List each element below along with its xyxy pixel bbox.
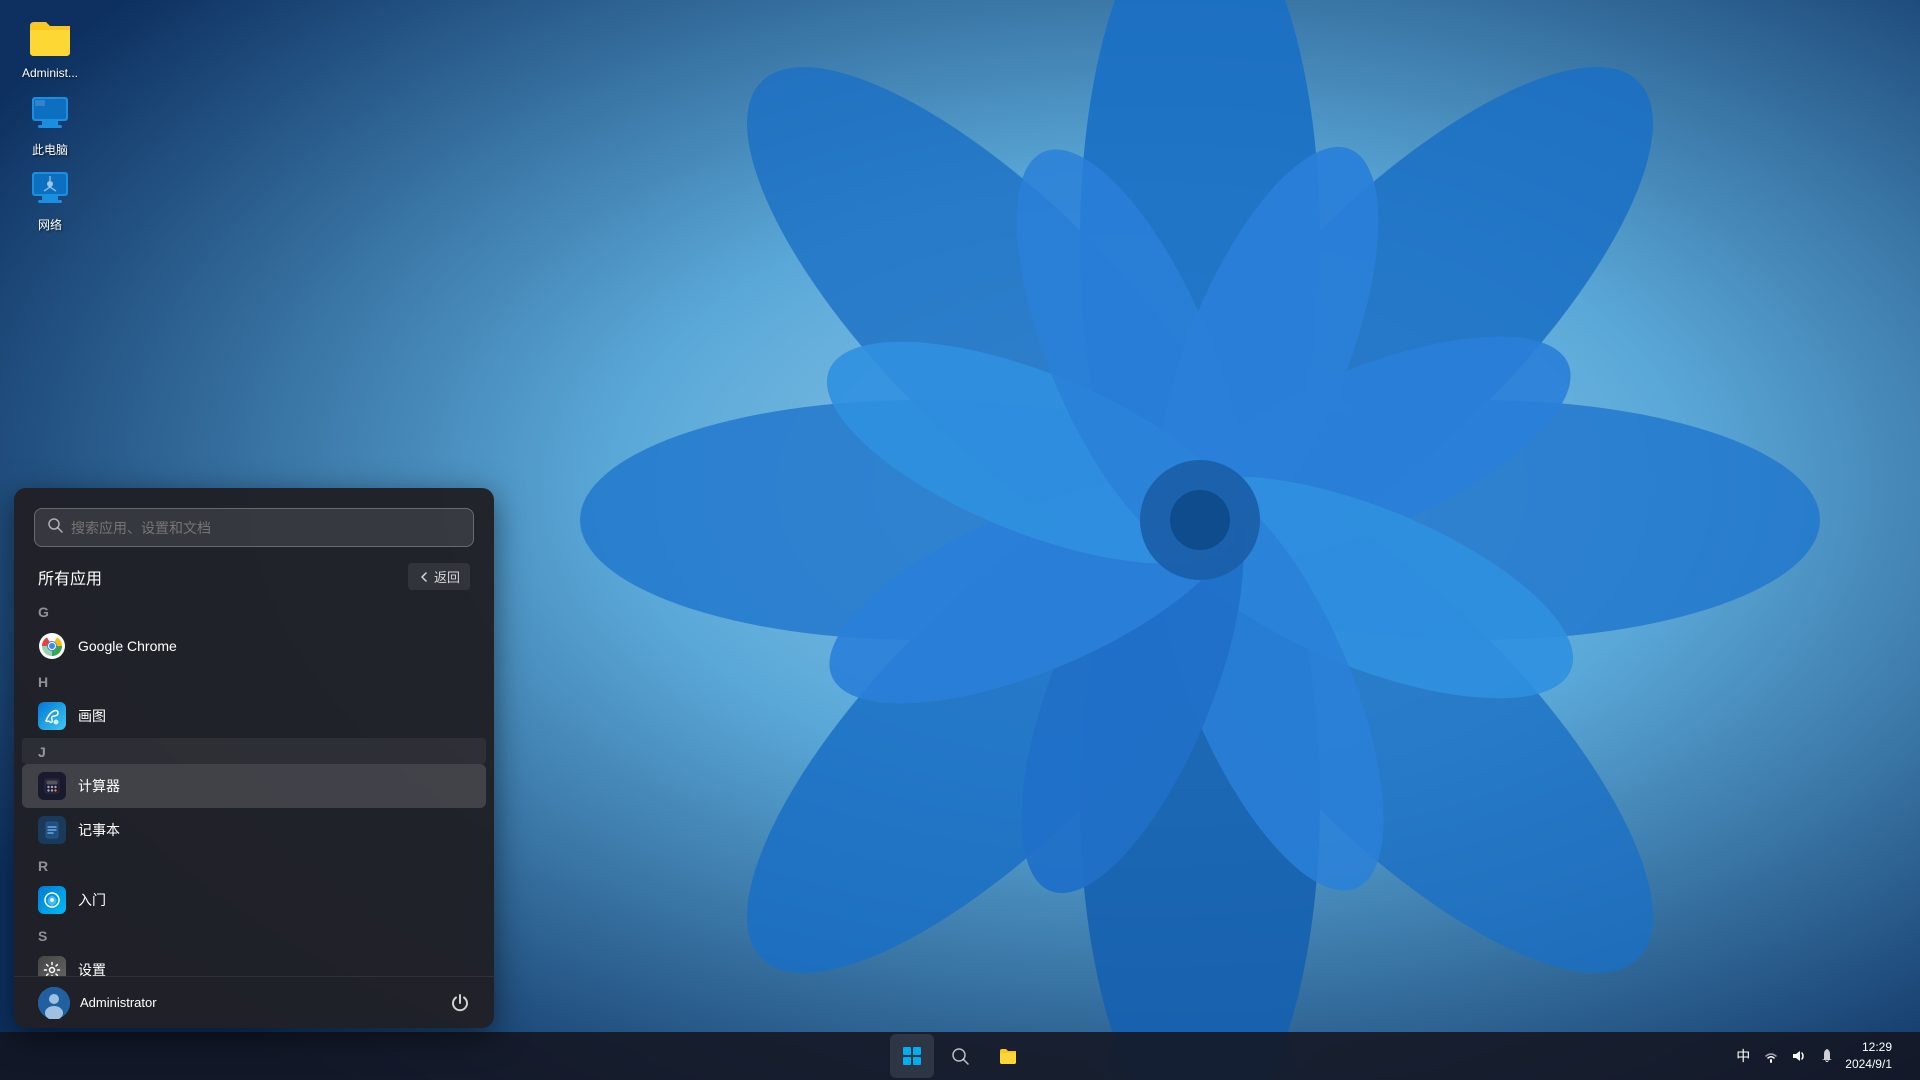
taskbar-search-button[interactable] <box>938 1034 982 1078</box>
get-started-name: 入门 <box>78 890 106 910</box>
network-label: 网络 <box>38 216 62 233</box>
get-started-icon <box>38 886 66 914</box>
speaker-icon <box>1791 1048 1807 1064</box>
wifi-icon <box>1763 1048 1779 1064</box>
user-info[interactable]: Administrator <box>30 981 165 1025</box>
administrator-label: Administ... <box>22 66 78 80</box>
desktop-icon-network[interactable]: 网络 <box>10 160 90 237</box>
user-name: Administrator <box>80 995 157 1010</box>
section-r: R <box>22 852 486 878</box>
show-desktop-button[interactable] <box>1900 1046 1908 1066</box>
apps-list[interactable]: G <box>14 598 494 976</box>
settings-icon <box>38 956 66 976</box>
folder-icon <box>26 14 74 62</box>
app-google-chrome[interactable]: Google Chrome <box>22 624 486 668</box>
ime-indicator[interactable]: 中 <box>1733 1046 1753 1066</box>
windows-icon <box>902 1046 922 1066</box>
bell-icon <box>1819 1048 1835 1064</box>
desktop-icon-administrator[interactable]: Administ... <box>10 10 90 84</box>
chrome-icon <box>38 632 66 660</box>
start-button[interactable] <box>890 1034 934 1078</box>
notification-icon[interactable] <box>1817 1046 1837 1066</box>
taskbar-search-icon <box>951 1047 969 1065</box>
power-button[interactable] <box>442 985 478 1021</box>
section-g: G <box>22 598 486 624</box>
clock-date: 2024/9/1 <box>1845 1056 1892 1073</box>
start-menu: 所有应用 返回 G <box>14 488 494 1028</box>
calculator-icon <box>38 772 66 800</box>
clock-time: 12:29 <box>1845 1039 1892 1056</box>
taskbar-center <box>890 1034 1030 1078</box>
notepad-name: 记事本 <box>78 820 120 840</box>
network-icon <box>26 164 74 212</box>
apps-title: 所有应用 <box>38 565 102 589</box>
search-icon <box>47 517 63 538</box>
calculator-name: 计算器 <box>78 776 120 796</box>
user-avatar <box>38 987 70 1019</box>
network-tray-icon[interactable] <box>1761 1046 1781 1066</box>
this-pc-icon <box>26 89 74 137</box>
app-calculator[interactable]: 计算器 <box>22 764 486 808</box>
file-explorer-icon <box>998 1046 1018 1066</box>
section-j: J <box>22 738 486 764</box>
search-bar[interactable] <box>34 508 474 547</box>
app-settings[interactable]: 设置 <box>22 948 486 976</box>
chrome-name: Google Chrome <box>78 638 177 654</box>
chevron-left-icon <box>418 571 430 583</box>
search-input[interactable] <box>71 520 461 536</box>
clock[interactable]: 12:29 2024/9/1 <box>1845 1039 1892 1073</box>
notepad-icon <box>38 816 66 844</box>
ime-label: 中 <box>1736 1046 1750 1066</box>
back-label: 返回 <box>434 567 460 586</box>
taskbar: 中 <box>0 1032 1920 1080</box>
taskbar-right: 中 <box>1733 1039 1908 1073</box>
bottom-bar: Administrator <box>14 976 494 1028</box>
section-h: H <box>22 668 486 694</box>
volume-tray-icon[interactable] <box>1789 1046 1809 1066</box>
back-button[interactable]: 返回 <box>408 563 470 590</box>
desktop: Administ... 此电脑 <box>0 0 1920 1080</box>
desktop-icon-this-pc[interactable]: 此电脑 <box>10 85 90 162</box>
paint-icon <box>38 702 66 730</box>
app-get-started[interactable]: 入门 <box>22 878 486 922</box>
file-explorer-button[interactable] <box>986 1034 1030 1078</box>
this-pc-label: 此电脑 <box>32 141 68 158</box>
apps-header: 所有应用 返回 <box>14 559 494 598</box>
section-s: S <box>22 922 486 948</box>
settings-name: 设置 <box>78 960 106 976</box>
paint-name: 画图 <box>78 706 106 726</box>
app-paint[interactable]: 画图 <box>22 694 486 738</box>
app-notepad[interactable]: 记事本 <box>22 808 486 852</box>
